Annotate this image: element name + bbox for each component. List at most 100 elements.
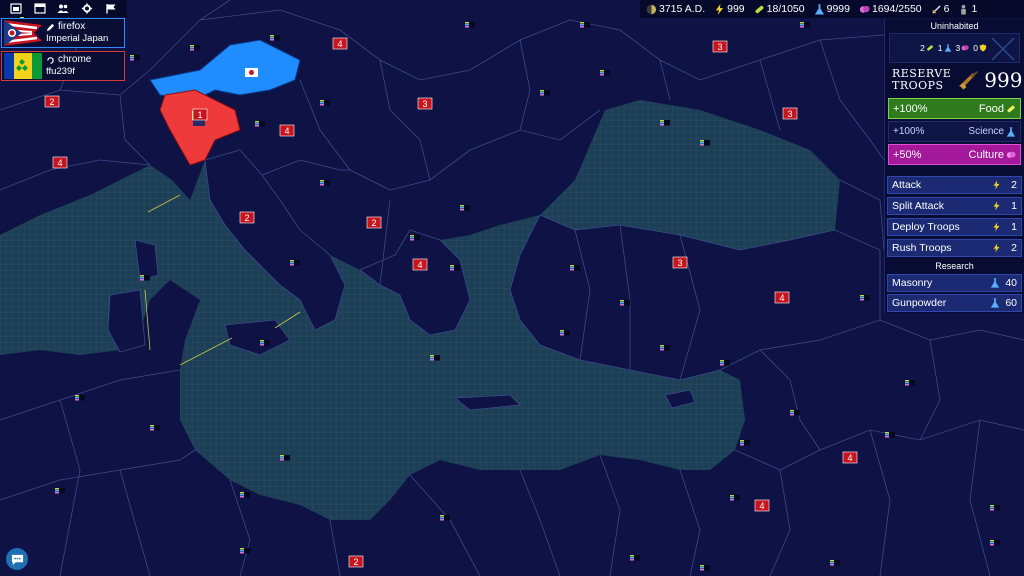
rifle-icon — [959, 71, 979, 90]
troop-marker[interactable]: 3 — [712, 40, 728, 53]
lightning-icon — [993, 222, 1000, 232]
city-marker — [660, 345, 670, 351]
city-marker — [290, 260, 300, 266]
flask-icon — [1006, 126, 1016, 137]
masks-icon — [859, 5, 870, 13]
resource-energy: 999 — [714, 3, 745, 15]
top-toolbar — [0, 0, 127, 17]
people-icon[interactable] — [56, 3, 70, 15]
attack-button[interactable]: Attack 2 — [887, 176, 1022, 194]
troop-count: 3 — [422, 99, 427, 109]
capital-marker-blue[interactable] — [245, 68, 258, 77]
deploy-troops-button[interactable]: Deploy Troops 1 — [887, 218, 1022, 236]
research-gunpowder-button[interactable]: Gunpowder 60 — [887, 294, 1022, 312]
troop-marker[interactable]: 4 — [412, 258, 428, 271]
culture-bonus-button[interactable]: +50% Culture — [888, 144, 1021, 165]
city-marker — [465, 22, 475, 28]
pen-icon — [46, 23, 55, 31]
research-title: Research — [935, 261, 974, 271]
lightning-icon — [993, 243, 1000, 253]
troop-marker[interactable]: 4 — [842, 451, 858, 464]
city-marker — [270, 35, 280, 41]
troop-count: 4 — [57, 158, 62, 168]
city-marker — [240, 492, 250, 498]
resource-swords: 6 — [931, 3, 949, 15]
gear-icon[interactable] — [80, 3, 94, 15]
reserve-troops: Reserve Troops 999 — [885, 63, 1024, 97]
city-marker — [990, 540, 1000, 546]
player-name: firefox — [58, 21, 86, 32]
flag-ohio-icon — [4, 20, 42, 46]
flag-icon[interactable] — [104, 3, 118, 15]
troop-marker[interactable]: 2 — [44, 95, 60, 108]
science-bonus-button[interactable]: +100% Science — [888, 121, 1021, 142]
city-marker — [630, 555, 640, 561]
city-marker — [800, 22, 810, 28]
troop-marker[interactable]: 3 — [782, 107, 798, 120]
city-marker — [140, 275, 150, 281]
food-icon — [1007, 105, 1015, 112]
troop-count: 2 — [49, 97, 54, 107]
chat-button[interactable] — [6, 548, 28, 570]
city-marker — [600, 70, 610, 76]
food-bonus-button[interactable]: +100% Food — [888, 98, 1021, 119]
city-marker — [730, 495, 740, 501]
city-marker — [130, 55, 140, 61]
city-marker — [660, 120, 670, 126]
resource-culture: 1694/2550 — [859, 3, 922, 15]
troop-count: 4 — [284, 126, 289, 136]
city-marker — [860, 295, 870, 301]
city-marker — [150, 425, 160, 431]
player-card-firefox[interactable]: firefox Imperial Japan — [1, 18, 125, 48]
troop-marker[interactable]: 1 — [192, 108, 208, 121]
flask-icon — [944, 44, 951, 52]
research-masonry-button[interactable]: Masonry 40 — [887, 274, 1022, 292]
city-marker — [905, 380, 915, 386]
troop-marker[interactable]: 3 — [417, 97, 433, 110]
troop-count: 2 — [353, 557, 358, 567]
resource-date: 3715 A.D. — [646, 3, 705, 15]
rush-troops-button[interactable]: Rush Troops 2 — [887, 239, 1022, 257]
shield-icon — [979, 44, 987, 52]
city-marker — [440, 515, 450, 521]
city-marker — [55, 488, 65, 494]
player-card-chrome[interactable]: chrome ffu239f — [1, 51, 125, 81]
split-attack-button[interactable]: Split Attack 1 — [887, 197, 1022, 215]
flask-icon — [991, 278, 1000, 288]
troop-marker[interactable]: 4 — [774, 291, 790, 304]
player-nation: Imperial Japan — [46, 33, 109, 44]
city-marker — [320, 180, 330, 186]
troop-count: 3 — [787, 109, 792, 119]
troop-marker[interactable]: 2 — [366, 216, 382, 229]
troop-marker[interactable]: 2 — [239, 211, 255, 224]
chat-window-icon[interactable] — [33, 3, 47, 15]
flag-st-vincent-icon — [4, 53, 42, 79]
troop-count: 4 — [759, 501, 764, 511]
world-map[interactable]: 4 2 3 4 3 1 4 2 2 4 3 4 4 4 2 3 — [0, 0, 1024, 576]
troop-marker[interactable]: 4 — [52, 156, 68, 169]
lightning-icon — [993, 201, 1000, 211]
troop-marker[interactable]: 2 — [348, 555, 364, 568]
moon-clock-icon — [646, 4, 657, 14]
troop-marker[interactable]: 3 — [672, 256, 688, 269]
soldier-icon — [961, 4, 967, 15]
city-marker — [720, 360, 730, 366]
city-marker — [560, 330, 570, 336]
troop-count: 4 — [337, 39, 342, 49]
city-marker — [990, 505, 1000, 511]
yield-food: 2 — [920, 43, 934, 53]
window-icon[interactable] — [9, 3, 23, 15]
troop-marker[interactable]: 4 — [279, 124, 295, 137]
city-marker — [885, 432, 895, 438]
city-marker — [280, 455, 290, 461]
spinner-icon — [47, 56, 54, 64]
troop-marker[interactable]: 4 — [332, 37, 348, 50]
troop-count: 4 — [847, 453, 852, 463]
troop-marker[interactable]: 4 — [754, 499, 770, 512]
city-marker — [570, 265, 580, 271]
city-marker — [410, 235, 420, 241]
city-marker — [790, 410, 800, 416]
city-marker — [320, 100, 330, 106]
flask-icon — [814, 3, 824, 15]
city-marker — [255, 121, 265, 127]
